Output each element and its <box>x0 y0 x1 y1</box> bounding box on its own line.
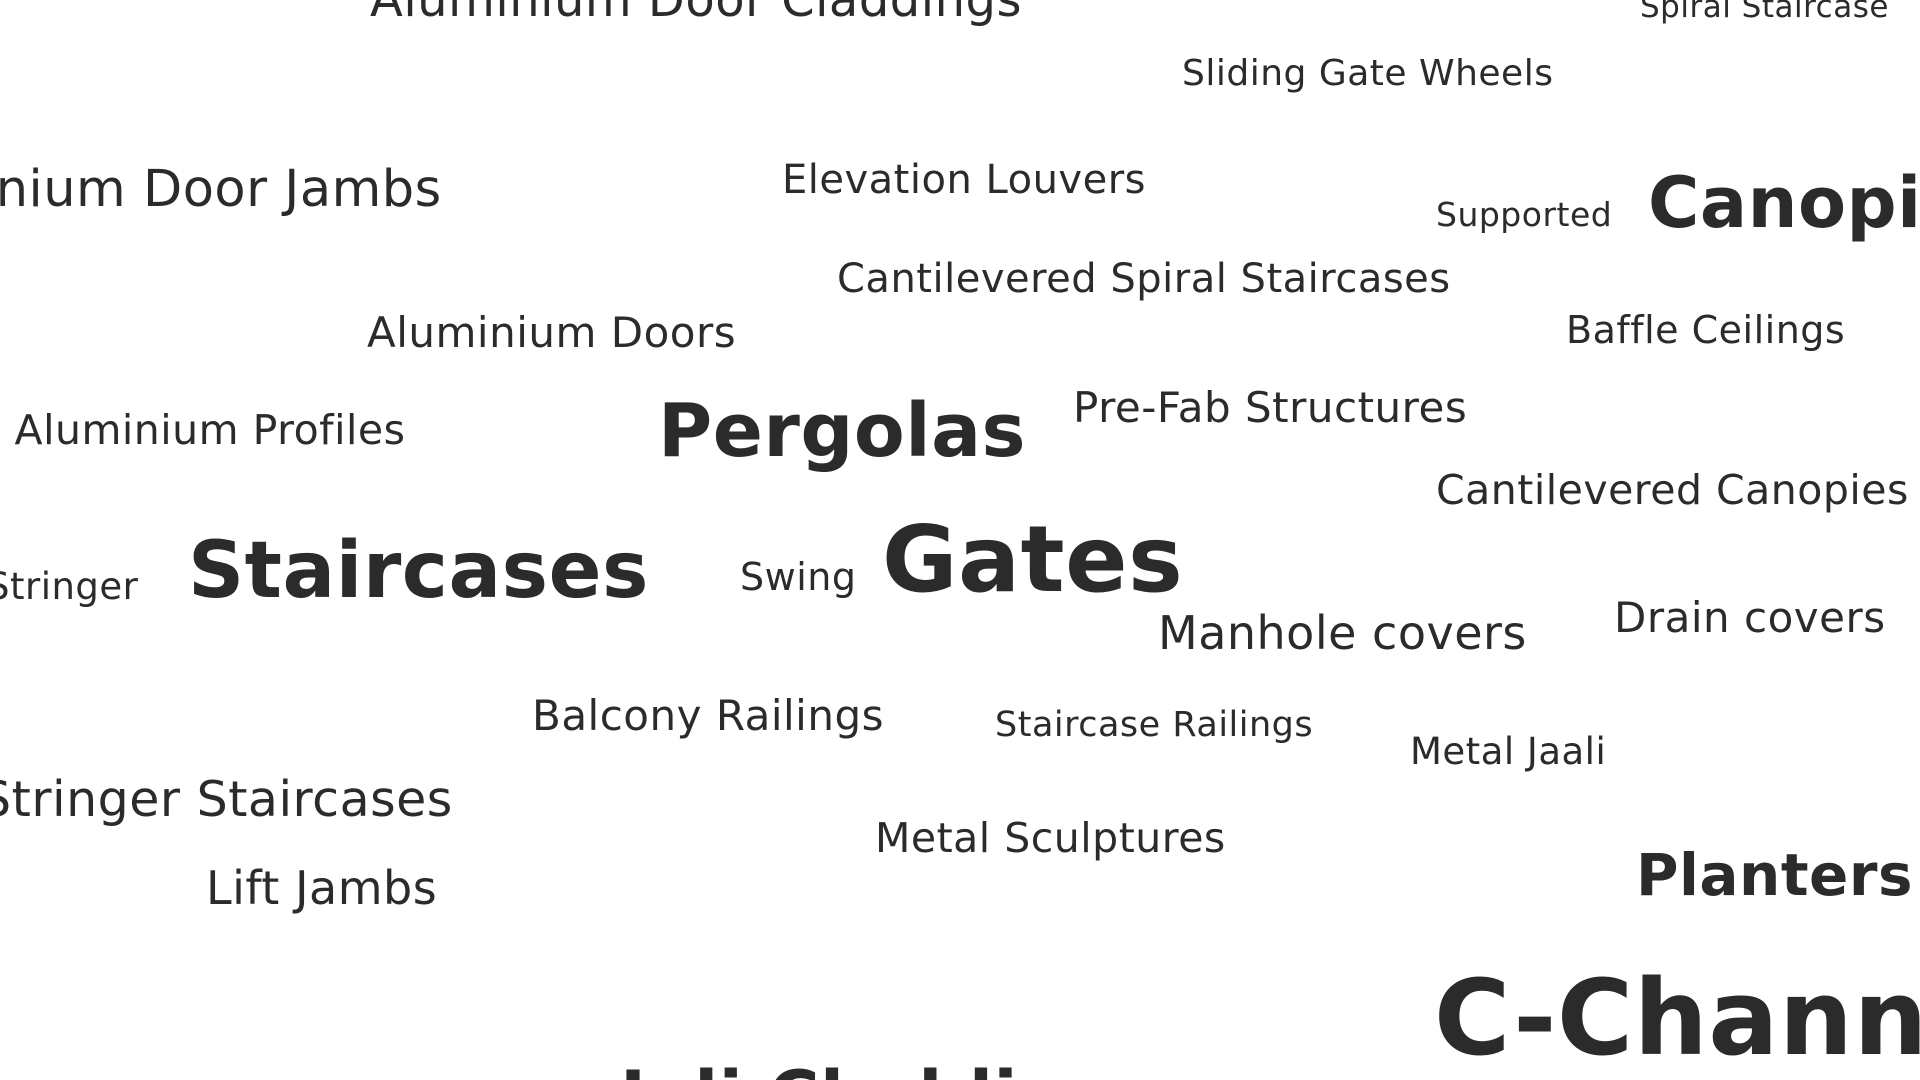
word-aluminium-door-jambs: Aluminium Door Jambs <box>0 160 442 219</box>
word-manhole-covers: Manhole covers <box>1158 606 1527 660</box>
word-simple-aluminium-profiles: Simple Aluminium Profiles <box>0 406 406 454</box>
word-gates: Gates <box>882 506 1184 613</box>
word-metal-jaali: Metal Jaali <box>1410 730 1607 773</box>
word-baffle-ceilings: Baffle Ceilings <box>1566 308 1846 352</box>
word-aluminium-doors: Aluminium Doors <box>367 308 737 357</box>
word-canopies: Canopies <box>1648 162 1920 244</box>
word-c-channels: C-Channels <box>1434 957 1920 1079</box>
word-stringer-small: Stringer <box>0 565 139 608</box>
word-planters: Lift Jambs <box>206 861 438 915</box>
word-pre-fab-structures: Pre-Fab Structures <box>1073 383 1468 432</box>
word-staircases: Staircases <box>188 526 649 616</box>
word-supported: Supported <box>1436 195 1613 234</box>
word-spiral-staircase: Spiral Staircase <box>1640 0 1889 25</box>
word-balcony-railings: Balcony Railings <box>532 691 884 740</box>
word-stringer-staircases: Stringer Staircases <box>0 771 453 828</box>
word-sliding-gate-wheels: Sliding Gate Wheels <box>1182 53 1554 94</box>
word-cantilevered-canopies: Cantilevered Canopies <box>1436 466 1909 514</box>
word-staircase-railings: Staircase Railings <box>995 705 1314 745</box>
word-swing: Swing <box>740 555 857 599</box>
word-drain-covers: Drain covers <box>1614 593 1886 642</box>
word-cloud: Aluminium Door Claddings Spiral Staircas… <box>0 0 1920 1080</box>
word-jali-cladding: Jali Cladding <box>620 1062 1119 1080</box>
word-lift-jambs: Planters <box>1636 841 1914 909</box>
word-pergolas: Pergolas <box>658 388 1027 474</box>
word-metal-sculptures: Metal Sculptures <box>875 814 1226 862</box>
word-elevation-louvers: Elevation Louvers <box>782 157 1146 203</box>
word-cantilevered-spiral-staircases: Cantilevered Spiral Staircases <box>837 256 1451 302</box>
word-aluminium-door-claddings: Aluminium Door Claddings <box>370 0 1023 28</box>
